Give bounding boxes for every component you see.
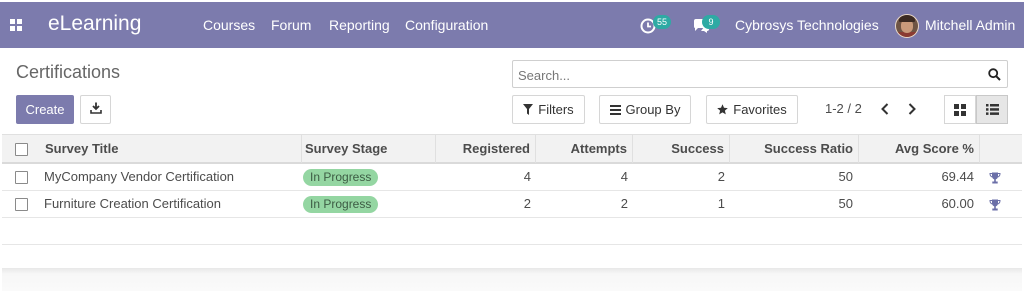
filter-icon <box>523 104 534 115</box>
filters-label: Filters <box>538 102 574 117</box>
success-cell: 2 <box>717 169 725 184</box>
avg-score-cell: 69.44 <box>941 169 974 184</box>
top-navbar: eLearning Courses Forum Reporting Config… <box>0 2 1024 48</box>
search-input[interactable] <box>518 65 978 85</box>
list-view-button[interactable] <box>976 95 1008 124</box>
menu-reporting[interactable]: Reporting <box>329 17 390 33</box>
favorites-label: Favorites <box>733 102 787 117</box>
user-menu[interactable]: Mitchell Admin <box>925 17 1015 33</box>
table-footer <box>2 268 1022 291</box>
column-survey-stage[interactable]: Survey Stage <box>302 135 436 163</box>
success-ratio-cell: 50 <box>838 196 853 211</box>
activity-count-badge: 55 <box>653 15 672 29</box>
stage-badge: In Progress <box>303 169 379 186</box>
list-view-icon <box>985 104 999 115</box>
kanban-view-button[interactable] <box>944 95 976 124</box>
download-button[interactable] <box>80 95 111 124</box>
trophy-icon[interactable] <box>989 172 1001 184</box>
download-icon <box>89 102 102 114</box>
group-by-button[interactable]: Group By <box>599 95 691 124</box>
star-icon <box>717 104 729 115</box>
menu-forum[interactable]: Forum <box>271 17 311 33</box>
group-by-icon <box>609 104 621 115</box>
registered-cell: 4 <box>523 169 531 184</box>
select-all-checkbox[interactable] <box>15 143 28 156</box>
menu-configuration[interactable]: Configuration <box>405 17 488 33</box>
avg-score-cell: 60.00 <box>941 196 974 211</box>
empty-row <box>2 218 1022 245</box>
chevron-right-icon[interactable] <box>906 102 918 116</box>
page-title: Certifications <box>16 62 121 82</box>
filters-button[interactable]: Filters <box>512 95 585 124</box>
survey-title-cell: MyCompany Vendor Certification <box>44 169 235 184</box>
group-by-label: Group By <box>625 102 681 117</box>
search-box <box>512 60 1008 88</box>
app-brand[interactable]: eLearning <box>48 12 141 36</box>
create-button[interactable]: Create <box>16 95 74 124</box>
column-success[interactable]: Success <box>633 135 730 163</box>
attempts-cell: 4 <box>620 169 628 184</box>
favorites-button[interactable]: Favorites <box>706 95 798 124</box>
company-switcher[interactable]: Cybrosys Technologies <box>735 17 879 33</box>
kanban-view-icon <box>954 103 966 116</box>
trophy-icon[interactable] <box>989 199 1001 211</box>
column-success-ratio[interactable]: Success Ratio <box>730 135 859 163</box>
search-icon[interactable] <box>988 68 1001 81</box>
row-checkbox[interactable] <box>15 198 28 211</box>
success-ratio-cell: 50 <box>838 169 853 184</box>
message-count-badge: 9 <box>702 15 720 29</box>
success-cell: 1 <box>717 196 725 211</box>
chevron-left-icon[interactable] <box>879 102 891 116</box>
survey-title-cell: Furniture Creation Certification <box>44 196 222 211</box>
table-row[interactable]: Furniture Creation Certification In Prog… <box>2 191 1022 218</box>
column-registered[interactable]: Registered <box>436 135 536 163</box>
table-header: Survey Title Survey Stage Registered Att… <box>2 134 1022 164</box>
column-avg-score[interactable]: Avg Score % <box>859 135 980 163</box>
menu-courses[interactable]: Courses <box>203 17 255 33</box>
attempts-cell: 2 <box>620 196 628 211</box>
column-attempts[interactable]: Attempts <box>536 135 633 163</box>
row-checkbox[interactable] <box>15 171 28 184</box>
pager-value[interactable]: 1-2 / 2 <box>825 101 862 116</box>
column-survey-title[interactable]: Survey Title <box>38 135 302 163</box>
registered-cell: 2 <box>523 196 531 211</box>
table-row[interactable]: MyCompany Vendor Certification In Progre… <box>2 164 1022 191</box>
avatar[interactable] <box>895 14 919 38</box>
stage-badge: In Progress <box>303 196 379 213</box>
apps-grid-icon[interactable] <box>10 19 23 32</box>
